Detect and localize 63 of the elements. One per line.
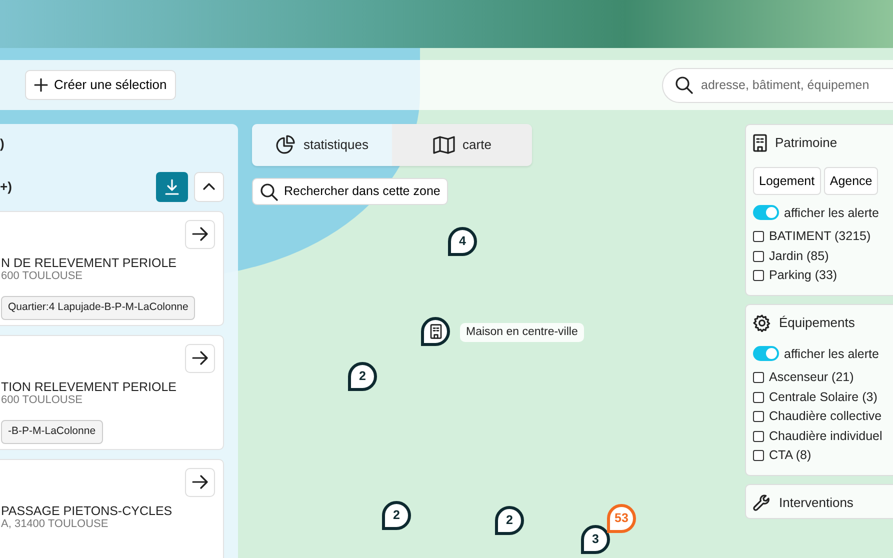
wrench-icon xyxy=(753,494,771,512)
card-title: TION RELEVEMENT PERIOLE xyxy=(1,380,178,394)
search-input[interactable]: adresse, bâtiment, équipemen xyxy=(701,76,893,94)
download-button[interactable] xyxy=(156,172,188,202)
type-button[interactable]: Logement xyxy=(753,166,821,196)
tag-chip: Quartier:4 Lapujade-B-P-M-LaColonne xyxy=(1,296,196,320)
panel-title: ) xyxy=(0,135,4,153)
arrow-right-icon xyxy=(192,227,208,241)
download-icon xyxy=(164,178,180,194)
result-card[interactable]: PASSAGE PIETONS-CYCLES A, 31400 TOULOUSE xyxy=(0,458,224,558)
pie-chart-icon xyxy=(275,135,296,155)
search-icon xyxy=(260,182,278,200)
panel-heading[interactable]: Interventions xyxy=(779,492,854,512)
checkbox-label: Centrale Solaire (3) xyxy=(769,390,878,404)
marker-label: Maison en centre-ville xyxy=(460,323,584,342)
checkbox[interactable] xyxy=(753,372,764,383)
panel-heading[interactable]: Patrimoine xyxy=(775,133,838,152)
checkbox[interactable] xyxy=(753,411,764,422)
view-tab[interactable]: statistiques xyxy=(252,124,392,166)
checkbox[interactable] xyxy=(753,270,764,281)
checkbox-label: BATIMENT (3215) xyxy=(769,230,871,243)
arrow-right-icon xyxy=(192,351,208,365)
search-zone-button[interactable]: Rechercher dans cette zone xyxy=(252,178,448,205)
gear-icon xyxy=(753,314,771,332)
card-address: A, 31400 TOULOUSE xyxy=(1,518,110,530)
toggle-label: afficher les alerte xyxy=(784,206,879,219)
card-title: PASSAGE PIETONS-CYCLES xyxy=(1,504,174,518)
checkbox-label: CTA (8) xyxy=(769,449,812,462)
open-button[interactable] xyxy=(185,344,215,372)
checkbox-label: Chaudière individuel xyxy=(769,430,882,442)
map-icon xyxy=(432,136,455,154)
checkbox[interactable] xyxy=(753,430,764,442)
arrow-right-icon xyxy=(192,475,208,489)
checkbox-label: Parking (33) xyxy=(769,269,838,282)
view-tab[interactable]: carte xyxy=(392,124,532,166)
search-icon xyxy=(675,76,693,94)
result-card[interactable]: TION RELEVEMENT PERIOLE 600 TOULOUSE -B-P-M-LaColonne xyxy=(0,334,224,450)
checkbox-label: Ascenseur (21) xyxy=(769,371,854,384)
checkbox-label: Chaudière collective xyxy=(769,410,882,423)
checkbox[interactable] xyxy=(753,231,764,242)
checkbox[interactable] xyxy=(753,450,764,461)
panel-heading[interactable]: Équipements xyxy=(779,312,855,332)
open-button[interactable] xyxy=(185,468,215,496)
building-icon xyxy=(753,134,767,152)
search-field[interactable]: adresse, bâtiment, équipemen xyxy=(662,68,893,102)
checkbox[interactable] xyxy=(753,250,764,262)
tag-chip: -B-P-M-LaColonne xyxy=(1,420,103,444)
type-button[interactable]: Agence xyxy=(824,166,878,196)
open-button[interactable] xyxy=(185,220,215,248)
result-count: +) xyxy=(0,178,12,196)
toggle-label: afficher les alerte xyxy=(784,348,879,360)
plus-icon xyxy=(34,78,48,92)
card-address: 600 TOULOUSE xyxy=(1,270,84,282)
alerts-toggle[interactable] xyxy=(753,205,779,220)
create-selection-button[interactable]: Créer une sélection xyxy=(25,70,176,100)
checkbox[interactable] xyxy=(753,392,764,402)
checkbox-label: Jardin (85) xyxy=(769,250,829,262)
collapse-button[interactable] xyxy=(194,172,224,202)
result-card[interactable]: N DE RELEVEMENT PERIOLE 600 TOULOUSE Quartier:4 Lapujade-B-P-M-LaColonne xyxy=(0,210,224,326)
building-icon xyxy=(430,324,442,339)
alerts-toggle[interactable] xyxy=(753,346,779,362)
card-title: N DE RELEVEMENT PERIOLE xyxy=(1,256,178,270)
card-address: 600 TOULOUSE xyxy=(1,394,84,406)
